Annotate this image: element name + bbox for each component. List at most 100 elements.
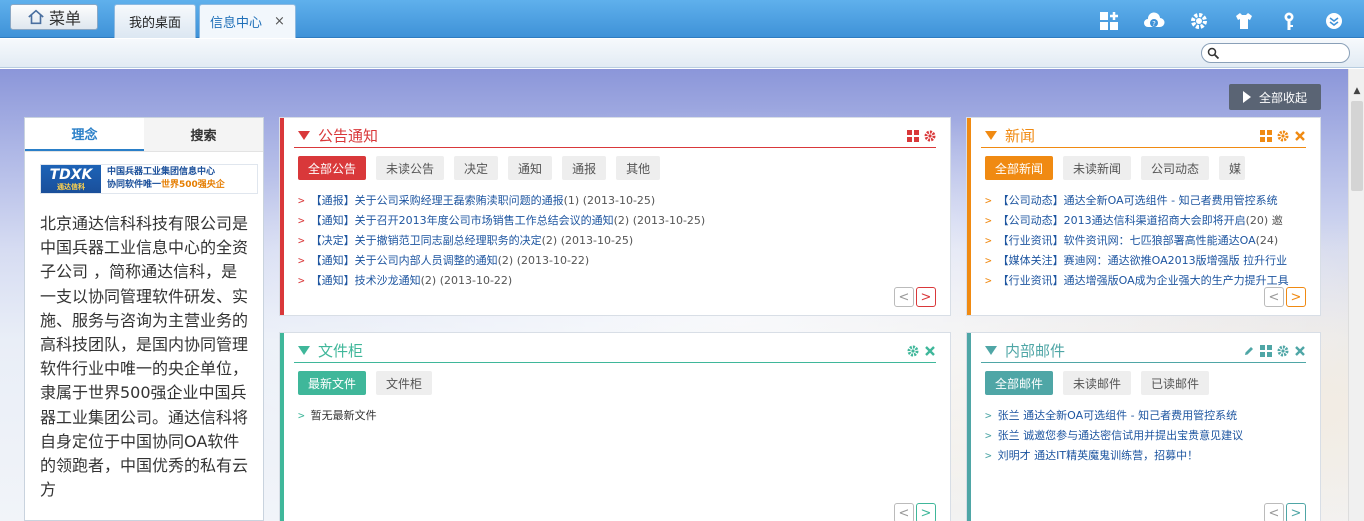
list-item[interactable]: > 【通知】技术沙龙通知(2) (2013-10-22) [298,271,936,291]
filter-all-mail[interactable]: 全部邮件 [985,371,1054,395]
scroll-up-icon[interactable]: ▲ [1349,83,1364,99]
file-filter-buttons: 最新文件 文件柜 [298,371,433,395]
collapse-all-button[interactable]: 全部收起 [1229,84,1321,110]
news-card-header: 新闻 [981,124,1306,148]
menu-button[interactable]: 菜单 [10,4,98,30]
filter-notice[interactable]: 通知 [508,156,553,180]
close-icon[interactable] [1294,130,1306,142]
tab-info-center[interactable]: 信息中心 × [199,4,296,38]
card-accent-bar [280,333,284,521]
add-widget-icon[interactable] [1086,8,1131,34]
list-item[interactable]: > 张兰 诚邀您参与通达密信试用并提出宝贵意见建议 [985,426,1306,446]
close-icon[interactable] [1294,345,1306,357]
filter-decision[interactable]: 决定 [454,156,499,180]
collapse-triangle-icon[interactable] [985,131,997,140]
shirt-icon[interactable] [1221,8,1266,34]
tab-my-desktop[interactable]: 我的桌面 [114,4,196,38]
list-item[interactable]: > 【公司动态】通达全新OA可选组件 - 知己者费用管控系统 [985,191,1306,211]
list-item[interactable]: > 【通知】关于召开2013年度公司市场销售工作总结会议的通知(2) (2013-… [298,211,936,231]
gear-icon[interactable] [1277,130,1289,142]
sub-toolbar [0,39,1364,68]
list-item[interactable]: > 【通知】关于公司内部人员调整的通知(2) (2013-10-22) [298,251,936,271]
gear-icon[interactable] [1176,8,1221,34]
notice-list: > 【通报】关于公司采购经理王磊索贿渎职问题的通报(1) (2013-10-25)… [298,191,936,291]
collapse-triangle-icon[interactable] [985,346,997,355]
filter-all-news[interactable]: 全部新闻 [985,156,1054,180]
list-item[interactable]: > 【行业资讯】通达增强版OA成为企业强大的生产力提升工具 [985,271,1306,291]
gear-icon[interactable] [1277,345,1289,357]
notice-card: 公告通知 全部公告 未读公告 决定 通知 通报 其他 > 【通报】关于公司采购经理… [279,117,951,316]
mail-title: 内部邮件 [1005,342,1066,360]
notice-filter-buttons: 全部公告 未读公告 决定 通知 通报 其他 [298,156,661,180]
list-item[interactable]: > 【行业资讯】软件资讯网：七匹狼部署高性能通达OA(24) [985,231,1306,251]
top-icon-group: ? [1086,8,1356,34]
internal-mail-card: 内部邮件 全部邮件 未读邮件 已读邮件 > 张兰 通达全新OA可选组件 - 知己者… [966,332,1321,521]
logo-line-1: 中国兵器工业集团信息中心 [107,167,216,177]
news-pager: < > [1264,287,1306,307]
scrollbar[interactable]: ▲ [1348,69,1364,521]
next-page-button[interactable]: > [1286,503,1306,521]
grid-icon[interactable] [907,129,919,142]
news-title: 新闻 [1005,127,1036,145]
prev-page-button[interactable]: < [894,287,914,307]
list-item[interactable]: > 【媒体关注】赛迪网：通达欲推OA2013版增强版 拉升行业 [985,251,1306,271]
menu-label: 菜单 [48,9,81,28]
search-icon [1207,47,1220,60]
tab-philosophy[interactable]: 理念 [25,118,144,151]
mail-list: > 张兰 通达全新OA可选组件 - 知己者费用管控系统 > 张兰 诚邀您参与通达密信… [985,406,1306,466]
card-accent-bar [967,118,971,315]
close-icon[interactable] [924,345,936,357]
filter-media[interactable]: 媒 [1219,156,1246,180]
logo-line-2a: 协同软件唯一 [107,180,162,190]
company-intro-text: 北京通达信科科技有限公司是中国兵器工业信息中心的全资子公司 ，简称通达信科，是一… [40,214,249,500]
philosophy-panel: 理念 搜索 TDXK 通达信科 中国兵器工业集团信息中心 协同软件唯一世界500强… [24,117,264,521]
list-item[interactable]: > 【公司动态】2013通达信科渠道招商大会即将开启(20) 邀 [985,211,1306,231]
prev-page-button[interactable]: < [1264,287,1284,307]
filter-latest-files[interactable]: 最新文件 [298,371,367,395]
card-accent-bar [280,118,284,315]
collapse-all-label: 全部收起 [1258,90,1307,105]
prev-page-button[interactable]: < [1264,503,1284,521]
play-icon [1242,91,1251,103]
news-list: > 【公司动态】通达全新OA可选组件 - 知己者费用管控系统 > 【公司动态】201… [985,191,1306,291]
filter-unread-notices[interactable]: 未读公告 [376,156,445,180]
grid-icon[interactable] [1260,129,1272,142]
logo-mark: TDXK [49,166,93,183]
notice-title: 公告通知 [318,127,379,145]
files-title: 文件柜 [318,342,364,360]
prev-page-button[interactable]: < [894,503,914,521]
expand-down-icon[interactable] [1311,8,1356,34]
next-page-button[interactable]: > [1286,287,1306,307]
search-input[interactable] [1201,43,1350,63]
grid-icon[interactable] [1260,344,1272,357]
collapse-triangle-icon[interactable] [298,346,310,355]
filter-read-mail[interactable]: 已读邮件 [1141,371,1210,395]
news-filter-buttons: 全部新闻 未读新闻 公司动态 媒 [985,156,1246,180]
list-item[interactable]: > 【决定】关于撤销范卫同志副总经理职务的决定(2) (2013-10-25) [298,231,936,251]
gear-icon[interactable] [924,130,936,142]
list-item[interactable]: > 刘明才 通达IT精英魔鬼训练营，招募中！ [985,446,1306,466]
filter-circular[interactable]: 通报 [562,156,607,180]
collapse-triangle-icon[interactable] [298,131,310,140]
pencil-icon[interactable] [1243,345,1255,357]
list-item[interactable]: > 张兰 通达全新OA可选组件 - 知己者费用管控系统 [985,406,1306,426]
filter-unread-news[interactable]: 未读新闻 [1063,156,1132,180]
filter-file-cabinet[interactable]: 文件柜 [376,371,433,395]
next-page-button[interactable]: > [916,287,936,307]
filter-all-notices[interactable]: 全部公告 [298,156,367,180]
file-cabinet-card: 文件柜 最新文件 文件柜 > 暂无最新文件 < > [279,332,951,521]
key-icon[interactable] [1266,8,1311,34]
tab-search[interactable]: 搜索 [144,118,263,151]
cloud-help-icon[interactable]: ? [1131,8,1176,34]
next-page-button[interactable]: > [916,503,936,521]
filter-other[interactable]: 其他 [616,156,661,180]
filter-unread-mail[interactable]: 未读邮件 [1063,371,1132,395]
logo-mark-sub: 通达信科 [57,182,85,191]
company-logo: TDXK 通达信科 中国兵器工业集团信息中心 协同软件唯一世界500强央企 [40,164,258,194]
close-tab-icon[interactable]: × [274,14,285,29]
filter-company-news[interactable]: 公司动态 [1141,156,1210,180]
gear-icon[interactable] [907,345,919,357]
scroll-thumb[interactable] [1351,101,1363,191]
list-item[interactable]: > 【通报】关于公司采购经理王磊索贿渎职问题的通报(1) (2013-10-25) [298,191,936,211]
tab-label: 我的桌面 [128,16,181,31]
